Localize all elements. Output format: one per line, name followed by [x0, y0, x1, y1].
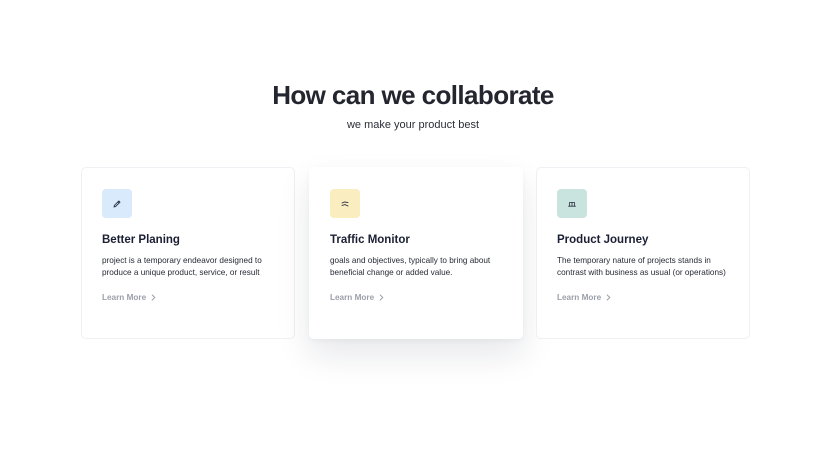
card-title: Traffic Monitor [330, 234, 410, 246]
learn-more-label: Learn More [330, 293, 375, 302]
card-icon-box [557, 189, 587, 218]
feature-card-traffic-monitor: Traffic Monitor goals and objectives, ty… [309, 167, 523, 339]
collaborate-section: How can we collaborate we make your prod… [0, 0, 826, 458]
learn-more-link[interactable]: Learn More [102, 293, 156, 302]
learn-more-link[interactable]: Learn More [330, 293, 384, 302]
chart-lines-icon [341, 201, 349, 206]
card-icon-box [102, 189, 132, 218]
card-description: project is a temporary endeavor designed… [102, 256, 262, 277]
chevron-right-icon [379, 294, 384, 301]
section-subtitle: we make your product best [346, 119, 480, 131]
section-title: How can we collaborate [272, 80, 554, 110]
card-title: Product Journey [557, 234, 649, 246]
pencil-icon [113, 200, 121, 207]
learn-more-label: Learn More [102, 293, 147, 302]
card-title: Better Planing [102, 234, 180, 246]
learn-more-label: Learn More [557, 293, 602, 302]
journey-icon [568, 201, 576, 207]
feature-card-better-planing: Better Planing project is a temporary en… [81, 167, 295, 339]
learn-more-link[interactable]: Learn More [557, 293, 611, 302]
card-icon-box [330, 189, 360, 218]
chevron-right-icon [151, 294, 156, 301]
card-description: The temporary nature of projects stands … [557, 256, 726, 277]
card-description: goals and objectives, typically to bring… [330, 256, 491, 277]
feature-card-product-journey: Product Journey The temporary nature of … [536, 167, 750, 339]
chevron-right-icon [606, 294, 611, 301]
